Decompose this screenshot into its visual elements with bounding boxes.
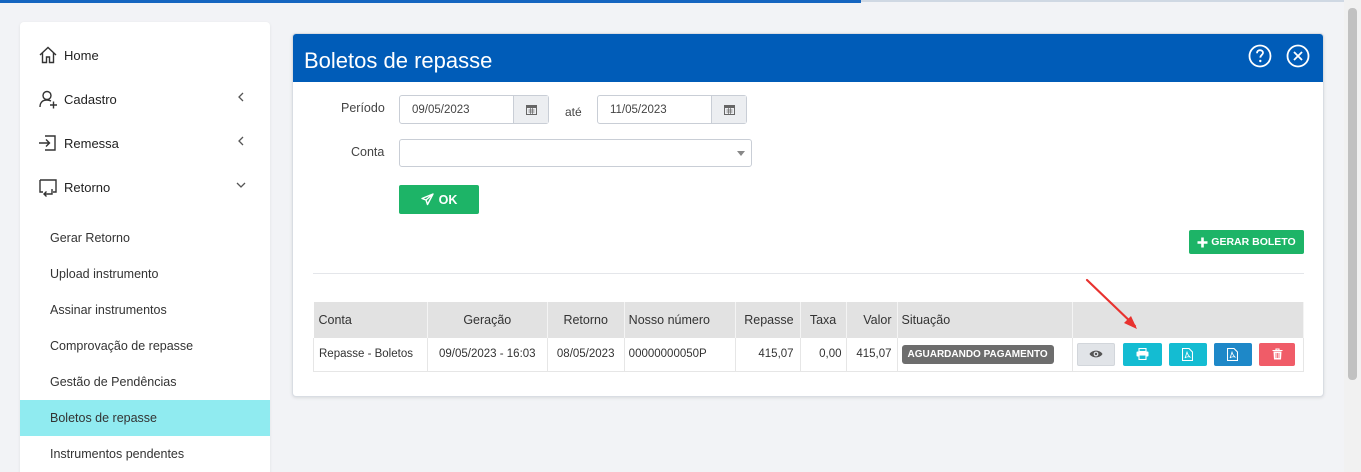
sign-in-icon bbox=[38, 133, 58, 153]
periodo-label: Período bbox=[341, 101, 385, 115]
sidebar-subitem-label: Assinar instrumentos bbox=[50, 303, 167, 317]
home-icon bbox=[38, 45, 58, 65]
sidebar-subitem-label: Comprovação de repasse bbox=[50, 339, 194, 353]
sidebar-item-label: Cadastro bbox=[64, 91, 117, 107]
trash-icon bbox=[1272, 348, 1283, 360]
conta-select[interactable] bbox=[399, 139, 752, 167]
send-icon bbox=[420, 193, 434, 206]
sidebar-subitem-label: Instrumentos pendentes bbox=[50, 447, 185, 461]
help-icon[interactable] bbox=[1248, 44, 1272, 68]
date-to-field[interactable]: 11/05/2023 bbox=[597, 95, 747, 124]
sidebar: Home Cadastro Remessa Retorno Gerar Reto… bbox=[20, 22, 270, 472]
close-icon[interactable] bbox=[1286, 44, 1310, 68]
caret-down-icon bbox=[737, 151, 745, 156]
column-header[interactable]: Valor bbox=[846, 302, 898, 338]
column-header[interactable]: Conta bbox=[313, 302, 428, 338]
sidebar-item-home[interactable]: Home bbox=[20, 33, 270, 77]
cell-conta: Repasse - Boletos bbox=[313, 338, 428, 372]
eye-icon bbox=[1089, 350, 1103, 358]
pdf-icon bbox=[1227, 347, 1239, 361]
sidebar-subitem-instrumentos-pendentes[interactable]: Instrumentos pendentes bbox=[20, 436, 270, 472]
panel-header: Boletos de repasse bbox=[293, 34, 1323, 82]
user-add-icon bbox=[38, 89, 58, 109]
chevron-down-icon bbox=[236, 182, 246, 188]
sidebar-item-label: Home bbox=[64, 47, 99, 63]
table-header-row: Conta Geração Retorno Nosso número Repas… bbox=[313, 302, 1304, 338]
ate-label: até bbox=[565, 105, 582, 119]
date-to-value: 11/05/2023 bbox=[610, 104, 667, 116]
gerar-boleto-label: GERAR BOLETO bbox=[1211, 236, 1296, 248]
page-title: Boletos de repasse bbox=[304, 48, 493, 73]
sidebar-subitem-boletos-repasse[interactable]: Boletos de repasse bbox=[20, 400, 270, 436]
delete-button[interactable] bbox=[1259, 342, 1296, 366]
plus-icon bbox=[1197, 237, 1208, 247]
table-row[interactable]: Repasse - Boletos 09/05/2023 - 16:03 08/… bbox=[313, 338, 1304, 372]
sidebar-subitem-label: Gestão de Pendências bbox=[50, 375, 177, 389]
top-line-right bbox=[861, 0, 1361, 2]
ok-button-label: OK bbox=[438, 192, 458, 207]
column-header[interactable]: Taxa bbox=[800, 302, 847, 338]
column-header[interactable]: Geração bbox=[427, 302, 548, 338]
top-accent-line bbox=[0, 0, 861, 3]
return-icon bbox=[38, 177, 58, 197]
sidebar-subitem-label: Boletos de repasse bbox=[50, 411, 158, 425]
pdf-download-button[interactable] bbox=[1213, 342, 1252, 366]
column-header[interactable]: Retorno bbox=[547, 302, 625, 338]
sidebar-item-remessa[interactable]: Remessa bbox=[20, 121, 270, 165]
ok-button[interactable]: OK bbox=[399, 185, 479, 214]
print-button[interactable] bbox=[1122, 342, 1162, 366]
cell-geracao: 09/05/2023 - 16:03 bbox=[427, 338, 548, 372]
column-header[interactable]: Repasse bbox=[735, 302, 801, 338]
cell-situacao: AGUARDANDO PAGAMENTO bbox=[897, 338, 1074, 372]
chevron-left-icon bbox=[238, 136, 244, 146]
pdf-button[interactable] bbox=[1168, 342, 1207, 366]
sidebar-subitem-assinar-instrumentos[interactable]: Assinar instrumentos bbox=[20, 292, 270, 328]
sidebar-subitem-label: Gerar Retorno bbox=[50, 231, 130, 245]
cell-repasse: 415,07 bbox=[735, 338, 801, 372]
sidebar-item-label: Retorno bbox=[64, 179, 111, 195]
pdf-icon bbox=[1182, 347, 1194, 361]
sidebar-subitem-gestao-pendencias[interactable]: Gestão de Pendências bbox=[20, 364, 270, 400]
sidebar-subitem-label: Upload instrumento bbox=[50, 267, 159, 281]
status-badge: AGUARDANDO PAGAMENTO bbox=[901, 344, 1054, 364]
chevron-left-icon bbox=[238, 92, 244, 102]
boletos-panel: Boletos de repasse Período 09/05/2023 at… bbox=[292, 33, 1324, 397]
cell-retorno: 08/05/2023 bbox=[547, 338, 625, 372]
cell-taxa: 0,00 bbox=[800, 338, 847, 372]
sidebar-item-retorno[interactable]: Retorno bbox=[20, 165, 270, 209]
calendar-icon[interactable] bbox=[711, 96, 746, 123]
column-header[interactable]: Nosso número bbox=[624, 302, 736, 338]
sidebar-item-cadastro[interactable]: Cadastro bbox=[20, 77, 270, 121]
sidebar-subitem-gerar-retorno[interactable]: Gerar Retorno bbox=[20, 220, 270, 256]
cell-valor: 415,07 bbox=[846, 338, 898, 372]
print-icon bbox=[1136, 348, 1149, 361]
gerar-boleto-button[interactable]: GERAR BOLETO bbox=[1189, 230, 1304, 254]
sidebar-subitem-comprovacao-repasse[interactable]: Comprovação de repasse bbox=[20, 328, 270, 364]
date-from-field[interactable]: 09/05/2023 bbox=[399, 95, 549, 124]
annotation-arrow bbox=[1085, 278, 1137, 329]
scrollbar-thumb[interactable] bbox=[1348, 8, 1357, 380]
date-from-value: 09/05/2023 bbox=[412, 104, 470, 116]
divider bbox=[313, 273, 1304, 274]
cell-nosso-numero: 00000000050P bbox=[624, 338, 736, 372]
conta-label: Conta bbox=[351, 145, 385, 159]
sidebar-item-label: Remessa bbox=[64, 135, 119, 151]
calendar-icon[interactable] bbox=[513, 96, 548, 123]
scrollbar[interactable] bbox=[1344, 0, 1361, 472]
view-button[interactable] bbox=[1077, 342, 1116, 366]
boletos-table: Conta Geração Retorno Nosso número Repas… bbox=[313, 302, 1304, 372]
sidebar-subitem-upload-instrumento[interactable]: Upload instrumento bbox=[20, 256, 270, 292]
column-header[interactable]: Situação bbox=[897, 302, 1074, 338]
